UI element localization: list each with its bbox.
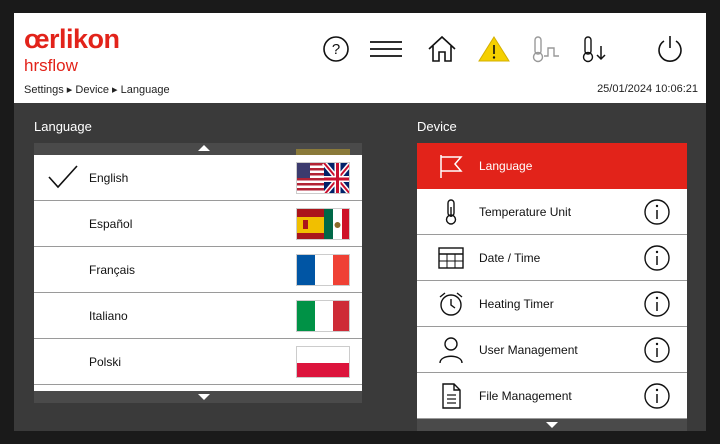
device-item-label: User Management — [479, 343, 578, 357]
pl-flag-icon — [296, 346, 350, 378]
hmi-screen: œrlikon hrsflow Settings ▸ Device ▸ Lang… — [14, 13, 706, 431]
es-mx-flag-icon — [296, 208, 350, 240]
scroll-up-button[interactable] — [34, 143, 362, 155]
language-label: Italiano — [89, 309, 128, 323]
chevron-down-icon — [546, 422, 558, 428]
power-icon[interactable] — [650, 29, 690, 69]
datetime-display: 25/01/2024 10:06:21 — [597, 83, 698, 95]
device-panel-title: Device — [417, 119, 457, 134]
sub-brand-logo: hrsflow — [24, 56, 78, 75]
device-item-label: File Management — [479, 389, 572, 403]
device-item-label: Language — [479, 159, 533, 173]
device-item-label: Date / Time — [479, 251, 541, 265]
info-icon[interactable] — [643, 290, 671, 318]
menu-icon[interactable] — [366, 29, 406, 69]
language-item-espanol[interactable]: Español — [34, 201, 362, 247]
language-panel-title: Language — [34, 119, 92, 134]
info-icon[interactable] — [643, 336, 671, 364]
uk-us-flag-icon — [296, 162, 350, 194]
info-icon[interactable] — [643, 382, 671, 410]
device-menu: Language Temperature Unit Date / Time He… — [417, 143, 687, 431]
temperature-icon[interactable] — [526, 29, 566, 69]
file-icon — [442, 383, 461, 409]
language-item-italiano[interactable]: Italiano — [34, 293, 362, 339]
header-bar: œrlikon hrsflow Settings ▸ Device ▸ Lang… — [14, 13, 706, 103]
language-item-francais[interactable]: Français — [34, 247, 362, 293]
device-item-user-management[interactable]: User Management — [417, 327, 687, 373]
language-label: Polski — [89, 355, 122, 369]
svg-text:?: ? — [332, 41, 340, 58]
help-icon[interactable]: ? — [316, 29, 356, 69]
info-icon[interactable] — [643, 198, 671, 226]
user-icon — [439, 337, 463, 364]
device-item-file-management[interactable]: File Management — [417, 373, 687, 419]
device-frame: œrlikon hrsflow Settings ▸ Device ▸ Lang… — [0, 0, 720, 444]
it-flag-icon — [296, 300, 350, 332]
language-item-polski[interactable]: Polski — [34, 339, 362, 385]
device-item-label: Temperature Unit — [479, 205, 572, 219]
device-item-date-time[interactable]: Date / Time — [417, 235, 687, 281]
chevron-up-icon — [198, 145, 210, 151]
calendar-icon — [438, 247, 464, 269]
device-item-temperature-unit[interactable]: Temperature Unit — [417, 189, 687, 235]
warning-icon[interactable] — [474, 29, 514, 69]
device-scroll-down-button[interactable] — [417, 419, 687, 431]
language-label: English — [89, 171, 129, 185]
device-item-language[interactable]: Language — [417, 143, 687, 189]
device-item-label: Heating Timer — [479, 297, 554, 311]
language-label: Français — [89, 263, 136, 277]
flag-icon — [440, 155, 463, 178]
breadcrumb: Settings ▸ Device ▸ Language — [24, 84, 170, 96]
language-item-english[interactable]: English — [34, 155, 362, 201]
device-item-heating-timer[interactable]: Heating Timer — [417, 281, 687, 327]
language-list: English Español Français Italiano Polski — [34, 143, 362, 403]
checkmark-icon — [48, 165, 78, 189]
brand-logo: œrlikon — [24, 24, 120, 54]
info-icon[interactable] — [643, 244, 671, 272]
chevron-down-icon — [198, 394, 210, 400]
thermometer-icon — [445, 199, 457, 225]
temperature-down-icon[interactable] — [576, 29, 616, 69]
home-icon[interactable] — [422, 29, 462, 69]
language-label: Español — [89, 217, 133, 231]
fr-flag-icon — [296, 254, 350, 286]
scroll-down-button[interactable] — [34, 391, 362, 403]
alarm-clock-icon — [439, 292, 463, 316]
